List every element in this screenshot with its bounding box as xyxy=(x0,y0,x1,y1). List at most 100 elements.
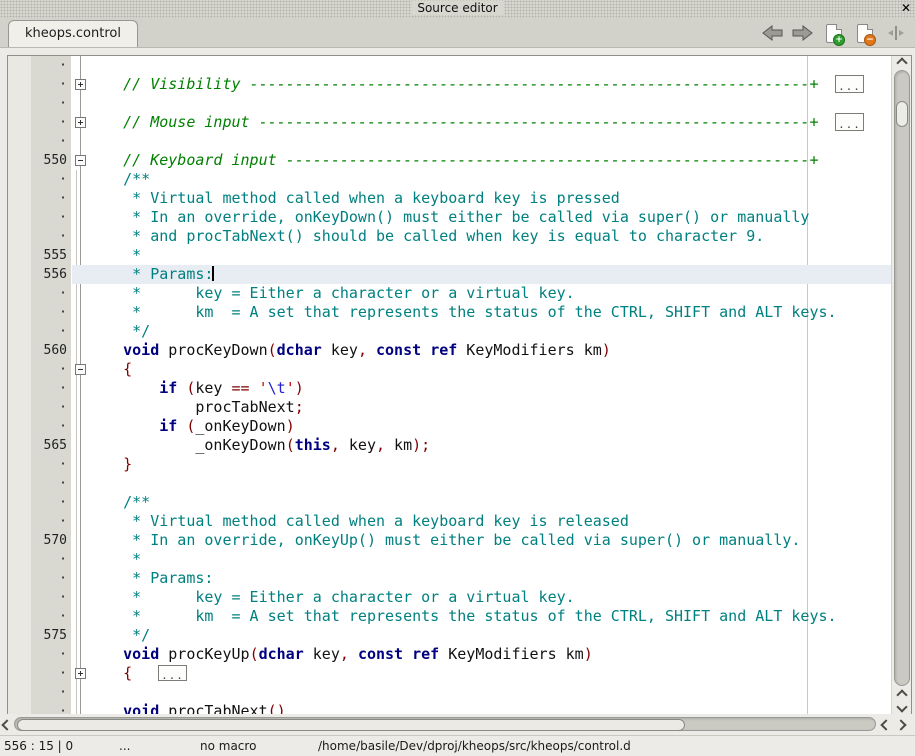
scroll-left-button-2[interactable] xyxy=(879,714,892,735)
horizontal-scroll-track[interactable] xyxy=(14,717,876,731)
code-line[interactable]: · * and procTabNext() should be called w… xyxy=(8,227,892,246)
code-line[interactable]: · if (key == '\t') xyxy=(8,379,892,398)
code-line[interactable]: · xyxy=(8,132,892,151)
code-text: */ xyxy=(87,626,150,645)
scroll-up-button[interactable] xyxy=(892,57,911,69)
code-rows[interactable]: ·· // Visibility -----------------------… xyxy=(8,56,892,714)
code-line[interactable]: 565 _onKeyDown(this, key, km); xyxy=(8,436,892,455)
next-document-button[interactable] xyxy=(792,23,814,43)
code-text: * km = A set that represents the status … xyxy=(87,303,837,322)
code-line[interactable]: · {... xyxy=(8,664,892,683)
code-text: if (key == '\t') xyxy=(87,379,304,398)
line-number: · xyxy=(31,284,67,303)
horizontal-scroll-thumb[interactable] xyxy=(17,719,685,731)
line-number: · xyxy=(31,170,67,189)
code-text: * key = Either a character or a virtual … xyxy=(87,588,575,607)
window-title: Source editor xyxy=(411,1,503,15)
code-line[interactable]: · * key = Either a character or a virtua… xyxy=(8,284,892,303)
line-number: · xyxy=(31,360,67,379)
line-number: · xyxy=(31,645,67,664)
close-window-icon[interactable]: ✕ xyxy=(901,1,911,16)
line-number: · xyxy=(31,208,67,227)
code-line[interactable]: · * key = Either a character or a virtua… xyxy=(8,588,892,607)
code-line[interactable]: · */ xyxy=(8,322,892,341)
code-line[interactable]: · xyxy=(8,683,892,702)
code-text: * xyxy=(87,246,141,265)
code-text: // Keyboard input ----------------------… xyxy=(87,151,819,170)
horizontal-scrollbar[interactable] xyxy=(0,714,915,735)
line-number: · xyxy=(31,455,67,474)
line-number: · xyxy=(31,113,67,132)
line-number: · xyxy=(31,94,67,113)
document-add-icon: + xyxy=(826,24,842,43)
code-text: * Virtual method called when a keyboard … xyxy=(87,189,620,208)
code-line[interactable]: · } xyxy=(8,455,892,474)
line-number: · xyxy=(31,75,67,94)
code-text: { xyxy=(87,664,132,683)
line-number: · xyxy=(31,417,67,436)
code-line[interactable]: · * In an override, onKeyDown() must eit… xyxy=(8,208,892,227)
code-text: _onKeyDown(this, key, km); xyxy=(87,436,430,455)
code-line[interactable]: 575 */ xyxy=(8,626,892,645)
code-line[interactable]: · * Virtual method called when a keyboar… xyxy=(8,512,892,531)
code-line[interactable]: 556 * Params: xyxy=(8,265,892,284)
code-line[interactable]: 570 * In an override, onKeyUp() must eit… xyxy=(8,531,892,550)
code-line[interactable]: · // Mouse input -----------------------… xyxy=(8,113,892,132)
code-line[interactable]: · * km = A set that represents the statu… xyxy=(8,303,892,322)
detach-editor-button[interactable] xyxy=(885,23,907,43)
line-number: · xyxy=(31,569,67,588)
line-number: · xyxy=(31,227,67,246)
code-line[interactable]: · void procKeyUp(dchar key, const ref Ke… xyxy=(8,645,892,664)
code-line[interactable]: · * xyxy=(8,550,892,569)
vertical-scroll-track[interactable] xyxy=(894,70,910,686)
code-text: * xyxy=(87,550,141,569)
code-line[interactable]: · * Params: xyxy=(8,569,892,588)
code-line[interactable]: · { xyxy=(8,360,892,379)
code-line[interactable]: 555 * xyxy=(8,246,892,265)
collapsed-fold-box[interactable]: ... xyxy=(835,75,864,93)
line-number: · xyxy=(31,512,67,531)
document-remove-icon: − xyxy=(857,24,873,43)
code-line[interactable]: · xyxy=(8,94,892,113)
code-line[interactable]: · /** xyxy=(8,170,892,189)
code-line[interactable]: · xyxy=(8,474,892,493)
code-line[interactable]: · * km = A set that represents the statu… xyxy=(8,607,892,626)
code-line[interactable]: 560 void procKeyDown(dchar key, const re… xyxy=(8,341,892,360)
text-caret xyxy=(212,266,214,281)
fold-expand-icon[interactable] xyxy=(75,79,86,90)
tab-kheops-control[interactable]: kheops.control xyxy=(8,20,138,47)
scroll-down-button[interactable] xyxy=(892,701,911,713)
code-line[interactable]: · * Virtual method called when a keyboar… xyxy=(8,189,892,208)
code-editor[interactable]: ·· // Visibility -----------------------… xyxy=(7,55,912,715)
scroll-up-button-2[interactable] xyxy=(892,689,911,701)
fold-collapse-icon[interactable] xyxy=(75,155,86,166)
previous-document-button[interactable] xyxy=(761,23,783,43)
fold-collapse-icon[interactable] xyxy=(75,364,86,375)
code-line[interactable]: · /** xyxy=(8,493,892,512)
line-number: · xyxy=(31,132,67,151)
code-line[interactable]: 550 // Keyboard input ------------------… xyxy=(8,151,892,170)
fold-expand-icon[interactable] xyxy=(75,668,86,679)
code-text: * In an override, onKeyUp() must either … xyxy=(87,531,800,550)
code-text: * In an override, onKeyDown() must eithe… xyxy=(87,208,809,227)
new-document-button[interactable]: + xyxy=(823,23,845,43)
code-text: /** xyxy=(87,493,150,512)
vertical-scroll-thumb[interactable] xyxy=(896,101,908,127)
code-line[interactable]: · if (_onKeyDown) xyxy=(8,417,892,436)
code-line[interactable]: · // Visibility ------------------------… xyxy=(8,75,892,94)
vertical-scrollbar[interactable] xyxy=(891,56,911,714)
code-line[interactable]: · xyxy=(8,56,892,75)
code-text: // Visibility --------------------------… xyxy=(87,75,819,94)
collapsed-fold-box[interactable]: ... xyxy=(158,665,187,681)
close-document-button[interactable]: − xyxy=(854,23,876,43)
fold-expand-icon[interactable] xyxy=(75,117,86,128)
scroll-left-button[interactable] xyxy=(0,714,13,735)
code-line[interactable]: · procTabNext; xyxy=(8,398,892,417)
code-text: * and procTabNext() should be called whe… xyxy=(87,227,764,246)
collapsed-fold-box[interactable]: ... xyxy=(835,113,864,131)
code-text: * key = Either a character or a virtual … xyxy=(87,284,575,303)
code-text: // Mouse input -------------------------… xyxy=(87,113,819,132)
scroll-right-button[interactable] xyxy=(894,714,907,735)
line-number: · xyxy=(31,303,67,322)
titlebar[interactable]: Source editor ✕ xyxy=(0,0,915,18)
